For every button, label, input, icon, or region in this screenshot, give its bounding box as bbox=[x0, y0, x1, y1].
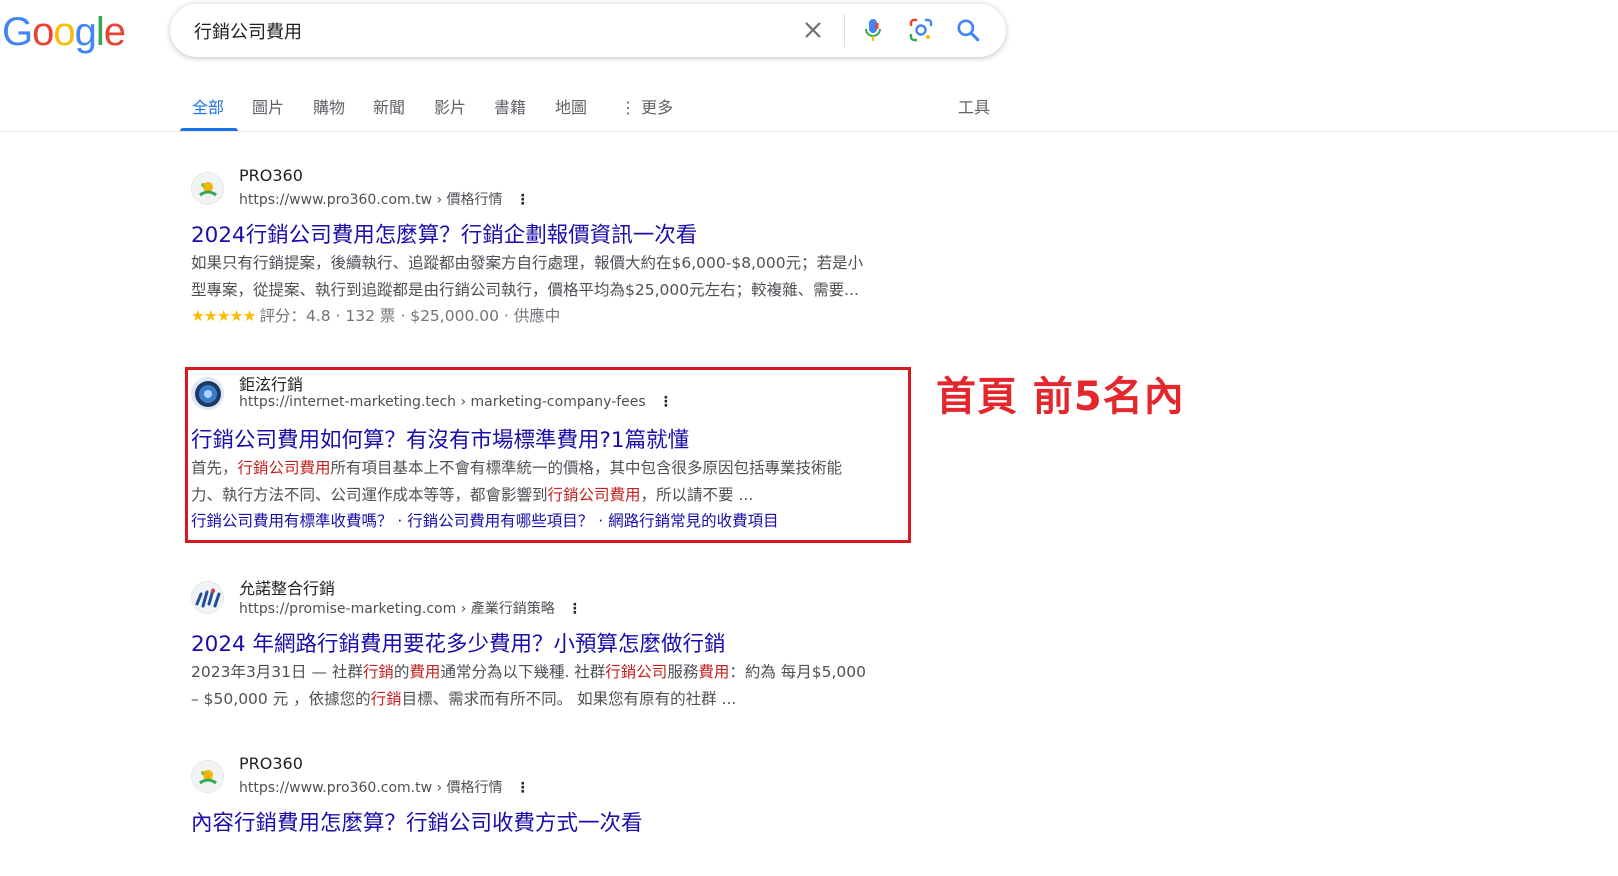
more-options-icon[interactable]: ⋮ bbox=[565, 601, 585, 617]
site-url[interactable]: https://www.pro360.com.tw › 價格行情 ⋮ bbox=[239, 189, 533, 209]
snippet-text: 2023年3月31日 — 社群 bbox=[191, 663, 363, 681]
snippet-text: 服務 bbox=[667, 663, 699, 681]
snippet-line: 如果只有行銷提案，後續執行、追蹤都由發案方自行處理，報價大約在$6,000-$8… bbox=[191, 254, 864, 272]
snippet-keyword: 行銷公司 bbox=[605, 663, 668, 681]
snippet-text: 的 bbox=[393, 663, 410, 681]
snippet-line: 型專案，從提案、執行到追蹤都是由行銷公司執行，價格平均為$25,000元左右；較… bbox=[191, 281, 859, 299]
result-title-link[interactable]: 2024行銷公司費用怎麼算？行銷企劃報價資訊一次看 bbox=[191, 218, 697, 249]
site-url-text: https://www.pro360.com.tw › 價格行情 bbox=[239, 192, 503, 208]
search-tabs: 全部 圖片 購物 新聞 影片 書籍 地圖 ⋮ 更多 工具 bbox=[0, 80, 1618, 132]
tab-news[interactable]: 新聞 bbox=[373, 94, 405, 118]
clear-icon[interactable] bbox=[797, 14, 829, 46]
highlight-box bbox=[185, 367, 911, 543]
site-url[interactable]: https://promise-marketing.com › 產業行銷策略 ⋮ bbox=[239, 598, 585, 618]
result-title-link[interactable]: 內容行銷費用怎麼算？行銷公司收費方式一次看 bbox=[191, 806, 643, 837]
more-options-icon[interactable]: ⋮ bbox=[513, 192, 533, 208]
snippet-line: – $50,000 元 ，依據您的行銷目標、需求而有所不同。 如果您有原有的社群… bbox=[191, 686, 921, 713]
logo-letter: o bbox=[53, 10, 75, 54]
more-options-icon[interactable]: ⋮ bbox=[513, 780, 533, 796]
snippet-text: – $50,000 元 ，依據您的 bbox=[191, 690, 371, 708]
logo-letter: l bbox=[95, 10, 105, 54]
rating-stars-icon: ★★★★★ bbox=[191, 307, 256, 325]
search-divider bbox=[844, 14, 845, 47]
site-url[interactable]: https://www.pro360.com.tw › 價格行情 ⋮ bbox=[239, 777, 533, 797]
tab-shopping[interactable]: 購物 bbox=[313, 94, 345, 118]
logo-letter: o bbox=[32, 10, 54, 54]
site-favicon-icon bbox=[191, 581, 224, 614]
pro360-favicon-icon bbox=[191, 760, 224, 793]
tab-images[interactable]: 圖片 bbox=[252, 94, 284, 118]
tab-maps[interactable]: 地圖 bbox=[555, 94, 587, 118]
site-name[interactable]: 允諾整合行銷 bbox=[239, 575, 335, 599]
microphone-icon[interactable] bbox=[857, 14, 889, 46]
snippet-keyword: 費用 bbox=[409, 663, 441, 681]
snippet-text: 目標、需求而有所不同。 如果您有原有的社群 ... bbox=[401, 690, 737, 708]
site-name[interactable]: PRO360 bbox=[239, 166, 303, 185]
annotation-label: 首頁 前5名內 bbox=[936, 374, 1185, 420]
rating-text: 評分：4.8 · 132 票 · $25,000.00 · 供應中 bbox=[259, 307, 561, 325]
site-name[interactable]: PRO360 bbox=[239, 754, 303, 773]
site-url-text: https://promise-marketing.com › 產業行銷策略 bbox=[239, 601, 555, 617]
tab-all[interactable]: 全部 bbox=[192, 94, 224, 118]
tools-button[interactable]: 工具 bbox=[958, 94, 990, 118]
result-snippet: 如果只有行銷提案，後續執行、追蹤都由發案方自行處理，報價大約在$6,000-$8… bbox=[191, 250, 921, 304]
site-url-text: https://www.pro360.com.tw › 價格行情 bbox=[239, 780, 503, 796]
logo-letter: e bbox=[103, 10, 126, 54]
lens-camera-icon[interactable] bbox=[905, 14, 937, 46]
tab-more[interactable]: ⋮ 更多 bbox=[620, 94, 673, 118]
snippet-text: ：約為 每月$5,000 bbox=[729, 663, 867, 681]
google-logo[interactable]: Google bbox=[2, 8, 126, 56]
result-snippet: 2023年3月31日 — 社群行銷的費用通常分為以下幾種. 社群行銷公司服務費用… bbox=[191, 659, 921, 713]
search-box[interactable]: 行銷公司費用 bbox=[170, 4, 1006, 57]
snippet-keyword: 費用 bbox=[698, 663, 730, 681]
result-title-link[interactable]: 2024 年網路行銷費用要花多少費用？小預算怎麼做行銷 bbox=[191, 627, 726, 658]
pro360-favicon-icon bbox=[191, 172, 224, 205]
active-tab-indicator bbox=[180, 128, 238, 131]
search-icon[interactable] bbox=[952, 14, 984, 46]
logo-letter: g bbox=[74, 10, 97, 54]
snippet-text: 通常分為以下幾種. 社群 bbox=[440, 663, 606, 681]
snippet-keyword: 行銷 bbox=[362, 663, 394, 681]
snippet-keyword: 行銷 bbox=[370, 690, 402, 708]
snippet-line: 2023年3月31日 — 社群行銷的費用通常分為以下幾種. 社群行銷公司服務費用… bbox=[191, 659, 921, 686]
search-input[interactable]: 行銷公司費用 bbox=[194, 18, 302, 44]
tab-videos[interactable]: 影片 bbox=[434, 94, 466, 118]
tab-books[interactable]: 書籍 bbox=[494, 94, 526, 118]
logo-letter: G bbox=[2, 10, 33, 54]
rating-row: ★★★★★ 評分：4.8 · 132 票 · $25,000.00 · 供應中 bbox=[191, 304, 560, 326]
